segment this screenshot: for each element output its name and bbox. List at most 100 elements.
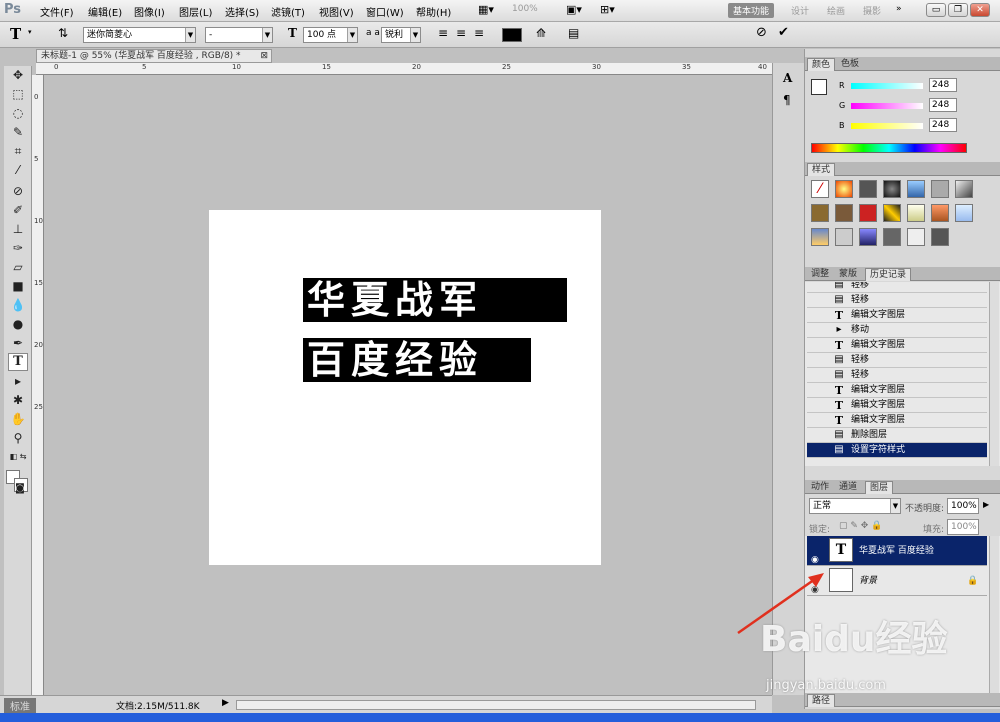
menu-file[interactable]: 文件(F) xyxy=(40,4,74,19)
text-tool-icon[interactable]: T xyxy=(10,25,21,43)
style-swatch[interactable] xyxy=(907,180,925,198)
workspace-painting[interactable]: 绘画 xyxy=(822,3,850,18)
crop-tool-icon[interactable]: ⌗ xyxy=(8,142,28,160)
history-item[interactable]: ▤ 删除图层 xyxy=(807,428,987,443)
style-swatch[interactable] xyxy=(931,204,949,222)
path-select-tool-icon[interactable]: ▸ xyxy=(8,372,28,390)
r-value[interactable]: 248 xyxy=(929,78,957,92)
character-panel-icon[interactable]: ▤ xyxy=(568,26,579,40)
menu-layer[interactable]: 图层(L) xyxy=(179,4,212,19)
status-menu-arrow-icon[interactable]: ▶ xyxy=(222,698,229,708)
text-layer-line-1[interactable]: 华夏战军 xyxy=(303,278,567,322)
workspace-essentials[interactable]: 基本功能 xyxy=(728,3,775,18)
tab-channels[interactable]: 通道 xyxy=(835,481,861,494)
layer-name[interactable]: 华夏战军 百度经验 xyxy=(859,546,934,556)
menu-edit[interactable]: 编辑(E) xyxy=(88,4,122,19)
character-icon[interactable]: A xyxy=(783,71,792,85)
history-scrollbar[interactable] xyxy=(989,282,999,466)
font-style-select[interactable]: - ▼ xyxy=(205,27,273,43)
history-item[interactable]: ▤ 轻移 xyxy=(807,282,987,293)
layer-name[interactable]: 背景 xyxy=(859,576,877,586)
more-workspaces-icon[interactable]: » xyxy=(896,4,902,14)
warp-text-icon[interactable]: ⟰ xyxy=(536,26,546,40)
document-tab[interactable]: 未标题-1 @ 55% (华夏战军 百度经验 , RGB/8) * ⊠ xyxy=(36,49,272,63)
history-item[interactable]: T 编辑文字图层 xyxy=(807,413,987,428)
commit-check-icon[interactable]: ✔ xyxy=(778,25,789,40)
tool-preset-chevron-icon[interactable]: ▾ xyxy=(28,28,32,36)
b-slider[interactable] xyxy=(851,123,923,129)
close-button[interactable]: ✕ xyxy=(970,3,990,17)
style-swatch[interactable] xyxy=(835,180,853,198)
menu-image[interactable]: 图像(I) xyxy=(134,4,165,19)
history-item[interactable]: T 编辑文字图层 xyxy=(807,308,987,323)
blend-mode-select[interactable]: 正常 ▼ xyxy=(809,498,901,514)
workspace-photography[interactable]: 摄影 xyxy=(858,3,886,18)
blur-tool-icon[interactable]: 💧 xyxy=(8,296,28,314)
paragraph-icon[interactable]: ¶ xyxy=(783,93,791,107)
toggle-orientation-icon[interactable]: ⇅ xyxy=(58,26,68,40)
layer-row-text[interactable]: ◉ T 华夏战军 百度经验 xyxy=(807,536,987,566)
text-layer-line-2[interactable]: 百度经验 xyxy=(303,338,531,382)
font-size-select[interactable]: 100 点 ▼ xyxy=(303,27,358,43)
quick-select-tool-icon[interactable]: ✎ xyxy=(8,123,28,141)
history-item[interactable]: ▤ 轻移 xyxy=(807,293,987,308)
style-swatch[interactable] xyxy=(811,204,829,222)
eraser-tool-icon[interactable]: ▱ xyxy=(8,258,28,276)
menu-help[interactable]: 帮助(H) xyxy=(416,4,451,19)
menu-select[interactable]: 选择(S) xyxy=(225,4,259,19)
tab-styles[interactable]: 样式 xyxy=(807,163,836,176)
g-slider[interactable] xyxy=(851,103,923,109)
opacity-field[interactable]: 100% xyxy=(947,498,979,514)
text-color-swatch[interactable] xyxy=(502,28,522,42)
style-swatch[interactable] xyxy=(883,204,901,222)
style-swatch[interactable] xyxy=(931,180,949,198)
arrange-icon[interactable]: ⊞▾ xyxy=(600,3,615,16)
cancel-icon[interactable]: ⊘ xyxy=(756,25,767,40)
history-item[interactable]: T 编辑文字图层 xyxy=(807,383,987,398)
zoom-display[interactable]: 100% xyxy=(512,4,538,14)
hand-tool-icon[interactable]: ✋ xyxy=(8,410,28,428)
history-item[interactable]: ▸ 移动 xyxy=(807,323,987,338)
brush-tool-icon[interactable]: ✐ xyxy=(8,201,28,219)
restore-button[interactable]: ❐ xyxy=(948,3,968,17)
align-center-icon[interactable]: ≡ xyxy=(456,26,466,40)
screen-mode-icon[interactable]: ▣▾ xyxy=(566,3,582,16)
bridge-icon[interactable]: ▦▾ xyxy=(478,3,494,16)
foreground-color-swatch[interactable] xyxy=(811,79,827,95)
type-tool-icon[interactable]: T xyxy=(8,353,28,371)
swap-colors-icon[interactable]: ◧ ⇆ xyxy=(8,448,28,466)
menu-filter[interactable]: 滤镜(T) xyxy=(271,4,305,19)
style-swatch[interactable] xyxy=(931,228,949,246)
history-item[interactable]: T 编辑文字图层 xyxy=(807,398,987,413)
marquee-tool-icon[interactable]: ⬚ xyxy=(8,85,28,103)
history-item[interactable]: ▤ 轻移 xyxy=(807,353,987,368)
tab-actions[interactable]: 动作 xyxy=(807,481,833,494)
close-tab-icon[interactable]: ⊠ xyxy=(260,50,268,62)
tab-history[interactable]: 历史记录 xyxy=(865,268,912,281)
move-tool-icon[interactable]: ✥ xyxy=(8,66,28,84)
history-item[interactable]: ▤ 轻移 xyxy=(807,368,987,383)
menu-view[interactable]: 视图(V) xyxy=(319,4,354,19)
history-brush-tool-icon[interactable]: ✑ xyxy=(8,239,28,257)
style-swatch[interactable] xyxy=(907,204,925,222)
fill-field[interactable]: 100% xyxy=(947,519,979,535)
r-slider[interactable] xyxy=(851,83,923,89)
tab-swatches[interactable]: 色板 xyxy=(837,58,863,71)
style-swatch[interactable] xyxy=(859,228,877,246)
minimize-button[interactable]: ▭ xyxy=(926,3,946,17)
shape-tool-icon[interactable]: ✱ xyxy=(8,391,28,409)
menu-window[interactable]: 窗口(W) xyxy=(366,4,404,19)
tab-color[interactable]: 颜色 xyxy=(807,58,836,71)
style-swatch[interactable] xyxy=(835,228,853,246)
quick-mask-icon[interactable]: ◙ xyxy=(10,480,30,498)
dodge-tool-icon[interactable]: ● xyxy=(8,315,28,333)
healing-brush-tool-icon[interactable]: ⊘ xyxy=(8,182,28,200)
style-swatch[interactable] xyxy=(859,180,877,198)
history-item-selected[interactable]: ▤ 设置字符样式 xyxy=(807,443,987,458)
font-family-select[interactable]: 迷你简菱心 ▼ xyxy=(83,27,196,43)
standard-tab[interactable]: 标准 xyxy=(4,698,36,713)
tab-layers[interactable]: 图层 xyxy=(865,481,894,494)
gradient-tool-icon[interactable]: ■ xyxy=(8,277,28,295)
horizontal-scrollbar[interactable] xyxy=(236,700,756,710)
document-canvas[interactable]: 华夏战军 百度经验 xyxy=(209,210,601,565)
